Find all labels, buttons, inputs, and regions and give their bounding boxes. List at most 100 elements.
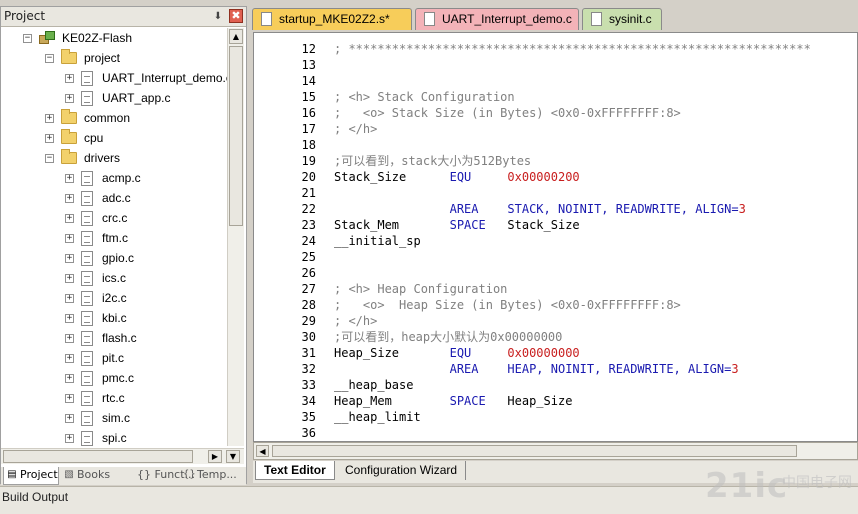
scroll-right-arrow-icon[interactable]: ▶	[208, 450, 222, 463]
tree-item[interactable]: + UART_Interrupt_demo.c	[1, 69, 229, 89]
code-line[interactable]: __heap_limit	[334, 409, 421, 425]
tree-item[interactable]: + sim.c	[1, 409, 227, 429]
tree-item-label: kbi.c	[102, 311, 127, 325]
tab-label: Books	[77, 468, 111, 481]
tab-templates[interactable]: {} Temp...	[181, 467, 237, 485]
tree-item[interactable]: + ics.c	[1, 269, 227, 289]
expand-icon[interactable]: +	[65, 414, 74, 423]
code-line[interactable]: __heap_base	[334, 377, 413, 393]
expand-icon[interactable]: +	[65, 274, 74, 283]
scroll-thumb[interactable]	[272, 445, 797, 457]
expand-icon[interactable]: +	[65, 294, 74, 303]
code-line[interactable]: ; <o> Stack Size (in Bytes) <0x0-0xFFFFF…	[334, 105, 681, 121]
tab-text-editor[interactable]: Text Editor	[255, 461, 335, 480]
code-line[interactable]: AREA HEAP, NOINIT, READWRITE, ALIGN=3	[334, 361, 739, 377]
tree-item-label: UART_app.c	[102, 91, 171, 105]
file-icon	[261, 12, 272, 26]
code-line[interactable]: __initial_sp	[334, 233, 421, 249]
tree-item[interactable]: + UART_app.c	[1, 89, 227, 109]
code-line[interactable]: ; <o> Heap Size (in Bytes) <0x0-0xFFFFFF…	[334, 297, 681, 313]
tree-item[interactable]: + spi.c	[1, 429, 227, 446]
tree-item-label: common	[84, 111, 131, 125]
build-output-title: Build Output	[2, 490, 69, 504]
tree-item-label: rtc.c	[102, 391, 125, 405]
tree-item[interactable]: + common	[1, 109, 227, 129]
code-line[interactable]: Heap_Mem SPACE Heap_Size	[334, 393, 572, 409]
code-line[interactable]: ; </h>	[334, 313, 377, 329]
tree-item-label: i2c.c	[102, 291, 127, 305]
tab-configuration-wizard[interactable]: Configuration Wizard	[337, 461, 467, 480]
pin-icon[interactable]: ⬇	[212, 10, 224, 23]
tab-project[interactable]: ▤ Project	[3, 467, 59, 485]
expand-icon[interactable]: +	[65, 354, 74, 363]
code-line[interactable]: Stack_Size EQU 0x00000200	[334, 169, 580, 185]
tab-startup-file[interactable]: startup_MKE02Z2.s*	[252, 8, 412, 30]
expand-icon[interactable]: +	[65, 394, 74, 403]
tree-item[interactable]: − KE02Z-Flash	[1, 29, 227, 49]
tree-item[interactable]: + kbi.c	[1, 309, 227, 329]
code-line[interactable]: ; **************************************…	[334, 41, 811, 57]
tree-item[interactable]: + rtc.c	[1, 389, 227, 409]
tree-item[interactable]: + flash.c	[1, 329, 227, 349]
tree-item[interactable]: − drivers	[1, 149, 227, 169]
code-line[interactable]: ; <h> Heap Configuration	[334, 281, 507, 297]
code-line[interactable]: Stack_Mem SPACE Stack_Size	[334, 217, 580, 233]
tree-item[interactable]: − project	[1, 49, 227, 69]
expand-icon[interactable]: +	[65, 194, 74, 203]
code-line[interactable]: AREA STACK, NOINIT, READWRITE, ALIGN=3	[334, 201, 746, 217]
expand-icon[interactable]: +	[65, 254, 74, 263]
line-number: 14	[301, 74, 316, 88]
code-text[interactable]: ; **************************************…	[334, 33, 858, 441]
code-line[interactable]: Heap_Size EQU 0x00000000	[334, 345, 580, 361]
code-editor[interactable]: 12 13 14 15 16 17 18 19 20 21 22 23 24 25 26 27 28 29 30 31…	[253, 32, 858, 456]
expand-icon[interactable]: +	[65, 334, 74, 343]
code-line[interactable]: ;可以看到，heap大小默认为0x00000000	[334, 329, 562, 345]
tab-sysinit[interactable]: sysinit.c	[582, 8, 662, 30]
expand-icon[interactable]: +	[65, 94, 74, 103]
file-icon	[81, 291, 93, 306]
code-token: __initial_sp	[334, 234, 421, 248]
tree-item[interactable]: + adc.c	[1, 189, 227, 209]
expand-icon[interactable]: +	[65, 234, 74, 243]
expand-icon[interactable]: +	[65, 374, 74, 383]
scroll-thumb[interactable]	[3, 450, 193, 463]
line-number: 24	[301, 234, 316, 248]
expand-icon[interactable]: +	[45, 134, 54, 143]
tree-item[interactable]: + i2c.c	[1, 289, 227, 309]
collapse-icon[interactable]: −	[45, 54, 54, 63]
expand-icon[interactable]: +	[65, 434, 74, 443]
tree-item-label: cpu	[84, 131, 104, 145]
expand-icon[interactable]: +	[65, 74, 74, 83]
tree-item-label: project	[84, 51, 121, 65]
tree-vertical-scrollbar[interactable]: ▲	[227, 28, 244, 446]
expand-icon[interactable]: +	[65, 214, 74, 223]
code-number: 3	[731, 362, 739, 376]
tree-item[interactable]: + pmc.c	[1, 369, 227, 389]
scroll-thumb[interactable]	[229, 46, 243, 226]
code-line[interactable]: ; </h>	[334, 121, 377, 137]
collapse-icon[interactable]: −	[45, 154, 54, 163]
expand-icon[interactable]: +	[65, 314, 74, 323]
tab-uart-interrupt-demo[interactable]: UART_Interrupt_demo.c	[415, 8, 579, 30]
tree-item[interactable]: + crc.c	[1, 209, 227, 229]
line-number: 36	[301, 426, 316, 440]
project-panel-header: Project ⬇ ✖	[1, 7, 246, 27]
tree-item[interactable]: + cpu	[1, 129, 227, 149]
tree-item[interactable]: + ftm.c	[1, 229, 227, 249]
expand-icon[interactable]: +	[65, 174, 74, 183]
collapse-icon[interactable]: −	[23, 34, 32, 43]
tab-books[interactable]: ▧ Books	[61, 467, 110, 485]
tree-item[interactable]: + acmp.c	[1, 169, 227, 189]
tree-item[interactable]: + gpio.c	[1, 249, 227, 269]
editor-horizontal-scrollbar[interactable]: ◀	[253, 442, 858, 460]
code-token: Stack_Size	[334, 170, 450, 184]
close-icon[interactable]: ✖	[229, 9, 243, 23]
tree-horizontal-scrollbar[interactable]: ▶ ▼	[1, 448, 244, 464]
scroll-up-arrow-icon[interactable]: ▲	[229, 29, 243, 44]
code-line[interactable]: ;可以看到，stack大小为512Bytes	[334, 153, 531, 169]
scroll-left-arrow-icon[interactable]: ◀	[256, 445, 269, 457]
tree-item[interactable]: + pit.c	[1, 349, 227, 369]
code-line[interactable]: ; <h> Stack Configuration	[334, 89, 515, 105]
scroll-down-arrow-icon[interactable]: ▼	[226, 450, 240, 463]
expand-icon[interactable]: +	[45, 114, 54, 123]
